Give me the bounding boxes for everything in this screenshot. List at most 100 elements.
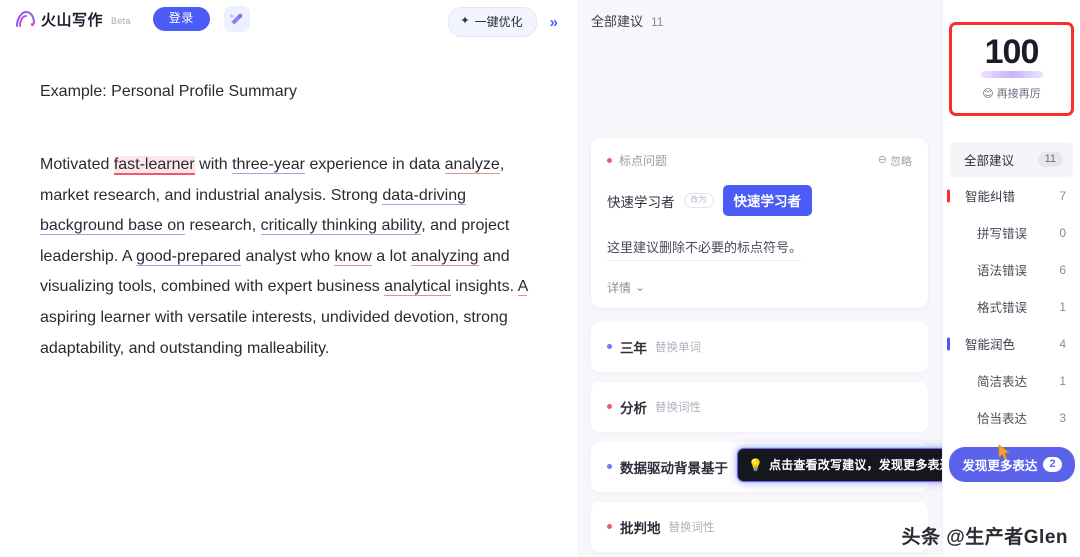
app-root: 火山写作 Beta 登录 ✦ 一键优化 » Example: Personal …: [0, 0, 1080, 557]
suggestion-replacement-row: 快速学习者 改为 快速学习者: [607, 185, 912, 216]
category-row-智能润色[interactable]: 智能润色 4: [943, 325, 1080, 362]
text-run: research,: [185, 217, 261, 235]
tooltip-text: 点击查看改写建议，发现更多表达: [768, 458, 942, 472]
original-text: 快速学习者: [607, 194, 675, 210]
lightbulb-icon: 💡: [748, 457, 763, 472]
suggestion-row-word: 分析: [620, 400, 647, 416]
issue-underline-error: know: [334, 247, 372, 266]
suggestions-header-count: 11: [651, 15, 664, 29]
category-count: 1: [1059, 373, 1066, 388]
discover-more-badge: 2: [1043, 457, 1062, 472]
watermark: 头条 @生产者Glen: [901, 527, 1068, 548]
category-count: 1: [1059, 299, 1066, 314]
category-label: 智能纠错: [965, 190, 1016, 204]
category-label: 全部建议: [964, 154, 1015, 168]
suggestion-card-tag-label: 标点问题: [619, 154, 668, 168]
severity-dot-icon: [607, 404, 612, 409]
category-row-语法错误[interactable]: 语法错误 6: [943, 251, 1080, 288]
text-run: experience in data: [305, 156, 445, 173]
category-count: 4: [1059, 336, 1066, 351]
category-count: 7: [1059, 188, 1066, 203]
discover-more-button[interactable]: 发现更多表达 2: [949, 444, 1075, 482]
category-count: 0: [1059, 225, 1066, 240]
magic-wand-icon: [229, 13, 243, 25]
brand-name: 火山写作: [41, 11, 104, 29]
text-run: a lot: [371, 247, 411, 265]
optimize-label: 一键优化: [474, 15, 523, 29]
text-run: analyst who: [241, 247, 335, 265]
details-label: 详情: [607, 280, 632, 295]
brand-logo[interactable]: 火山写作 Beta: [14, 9, 131, 30]
sparkle-icon: ✦: [460, 15, 470, 27]
editor-column: 火山写作 Beta 登录 ✦ 一键优化 » Example: Personal …: [0, 0, 577, 557]
score-subtitle-text: 再接再厉: [996, 88, 1041, 100]
top-toolbar: 火山写作 Beta 登录 ✦ 一键优化 »: [0, 0, 577, 38]
suggestions-header-title: 全部建议: [591, 14, 644, 29]
category-list: 全部建议 11 智能纠错 7 拼写错误 0 语法错误 6 格式错误 1 智能润色 4 简洁表达 1 恰当表达…: [943, 142, 1080, 436]
ignore-label: 忽略: [890, 155, 912, 168]
category-row-全部建议[interactable]: 全部建议 11: [950, 142, 1073, 177]
suggestion-row-word: 数据驱动背景基于: [620, 460, 728, 476]
document-paragraph[interactable]: Motivated fast-learner with three-year e…: [40, 150, 537, 364]
beta-tag: Beta: [111, 15, 131, 26]
issue-underline-error: A: [517, 278, 528, 297]
apply-replacement-button[interactable]: 快速学习者: [722, 185, 812, 216]
category-bar-polish: [947, 337, 950, 350]
text-run: aspiring learner with versatile interest…: [40, 308, 508, 357]
category-row-简洁表达[interactable]: 简洁表达 1: [943, 362, 1080, 399]
issue-underline-error: analytical: [384, 278, 451, 297]
smiley-emoji-icon: 😊: [982, 87, 994, 100]
suggestion-row-word: 三年: [620, 340, 647, 356]
suggestion-card[interactable]: 标点问题 ⊖ 忽略 快速学习者 改为 快速学习者 这里建议删除不必要的标点符号。…: [591, 138, 928, 308]
category-row-恰当表达[interactable]: 恰当表达 3: [943, 399, 1080, 436]
category-label: 拼写错误: [977, 227, 1028, 241]
volcano-logo-icon: [16, 10, 35, 27]
suggestion-row-kind: 替换词性: [655, 401, 701, 414]
details-toggle[interactable]: 详情 ⌄: [607, 279, 912, 296]
suggestions-header: 全部建议 11: [577, 0, 942, 30]
severity-dot-icon: [607, 524, 612, 529]
rewrite-tooltip: 💡 点击查看改写建议，发现更多表达: [737, 448, 942, 482]
score-underline-decoration: [980, 71, 1043, 78]
suggestion-row[interactable]: 三年 替换单词: [591, 321, 928, 372]
magic-wand-button[interactable]: [223, 6, 250, 32]
score-card: 100 😊 再接再厉: [949, 22, 1074, 116]
category-count: 6: [1059, 262, 1066, 277]
chevron-down-icon: ⌄: [635, 280, 646, 294]
minus-circle-icon: ⊖: [877, 154, 887, 166]
text-run: insights.: [450, 278, 518, 296]
category-label: 语法错误: [977, 264, 1028, 278]
score-subtitle: 😊 再接再厉: [952, 85, 1071, 101]
category-label: 格式错误: [977, 301, 1028, 315]
collapse-panel-button[interactable]: »: [543, 13, 565, 32]
text-run: Motivated: [40, 156, 114, 173]
issue-underline-error: analyze: [444, 156, 500, 174]
suggestion-row[interactable]: 批判地 替换词性: [591, 501, 928, 552]
issue-underline-polish: three-year: [232, 156, 305, 174]
category-count: 11: [1037, 152, 1063, 167]
category-count: 3: [1059, 410, 1066, 425]
discover-more-label: 发现更多表达: [962, 459, 1038, 473]
document-title: Example: Personal Profile Summary: [40, 83, 297, 100]
category-row-格式错误[interactable]: 格式错误 1: [943, 288, 1080, 325]
severity-dot-icon: [607, 344, 612, 349]
severity-dot-icon: [607, 158, 612, 163]
text-run: with: [194, 156, 233, 173]
suggestion-row-word: 批判地: [620, 520, 661, 536]
issue-underline-polish: critically thinking ability: [260, 217, 422, 236]
category-row-拼写错误[interactable]: 拼写错误 0: [943, 214, 1080, 251]
login-button[interactable]: 登录: [152, 6, 210, 32]
replace-arrow-pill: 改为: [683, 193, 714, 208]
ignore-button[interactable]: ⊖ 忽略: [878, 153, 912, 169]
category-row-智能纠错[interactable]: 智能纠错 7: [943, 177, 1080, 214]
category-bar-error: [947, 189, 950, 202]
suggestion-row[interactable]: 分析 替换词性: [591, 381, 928, 432]
one-click-optimize-button[interactable]: ✦ 一键优化: [448, 7, 537, 37]
suggestion-description: 这里建议删除不必要的标点符号。: [607, 238, 803, 261]
category-label: 智能润色: [965, 338, 1016, 352]
suggestion-card-tag: 标点问题: [607, 152, 667, 169]
suggestion-rows: 三年替换单词分析替换词性数据驱动背景基于替换单词批判地替换词性: [591, 321, 928, 552]
severity-dot-icon: [607, 464, 612, 469]
score-value: 100: [984, 33, 1040, 71]
document-area[interactable]: Example: Personal Profile Summary Motiva…: [0, 38, 577, 364]
